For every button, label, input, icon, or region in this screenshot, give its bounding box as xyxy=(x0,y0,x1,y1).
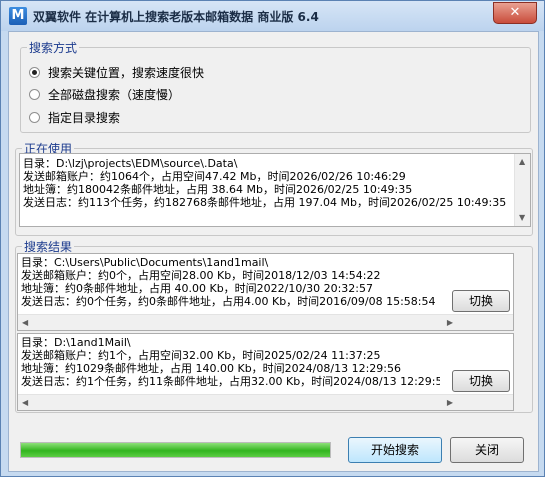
in-use-line: 地址簿：约180042条邮件地址，占用 38.64 Mb，时间2026/02/2… xyxy=(23,183,413,196)
in-use-line: 发送邮箱账户：约1064个，占用空间47.42 Mb，时间2026/02/26 … xyxy=(23,170,406,183)
scroll-right-arrow-icon[interactable]: ▶ xyxy=(447,398,453,407)
in-use-info-box[interactable]: 目录：D:\lzj\projects\EDM\source\.Data\ 发送邮… xyxy=(19,153,531,227)
scroll-up-arrow-icon[interactable]: ▲ xyxy=(519,158,525,166)
in-use-scrollbar[interactable]: ▲ ▼ xyxy=(514,154,530,226)
radio-key-locations-circle[interactable] xyxy=(29,66,40,78)
title-bar[interactable]: M 双翼软件 在计算机上搜索老版本邮箱数据 商业版 6.4 ✕ xyxy=(1,1,544,31)
close-button[interactable]: 关闭 xyxy=(450,437,524,463)
search-progress-bar xyxy=(20,442,331,458)
result-item[interactable]: 目录：C:\Users\Public\Documents\1and1mail\ … xyxy=(17,253,514,331)
result-line: 发送邮箱账户：约0个，占用空间28.00 Kb，时间2018/12/03 14:… xyxy=(21,269,381,282)
radio-specified-dir[interactable]: 指定目录搜索 xyxy=(29,108,120,126)
result-line: 发送日志：约1个任务，约11条邮件地址，占用32.00 Kb，时间2024/08… xyxy=(21,375,450,388)
client-area: 搜索方式 搜索关键位置，搜索速度很快 全部磁盘搜索（速度慢） 指定目录搜索 正在… xyxy=(8,31,539,472)
result-horizontal-scrollbar[interactable]: ◀ ▶ xyxy=(18,314,513,330)
radio-full-disk-label: 全部磁盘搜索（速度慢） xyxy=(48,87,181,102)
scroll-down-arrow-icon[interactable]: ▼ xyxy=(519,214,525,222)
radio-full-disk[interactable]: 全部磁盘搜索（速度慢） xyxy=(29,85,180,103)
radio-full-disk-circle[interactable] xyxy=(29,88,40,100)
result-item[interactable]: 目录：D:\1and1Mail\ 发送邮箱账户：约1个，占用空间32.00 Kb… xyxy=(17,333,514,411)
in-use-line: 发送日志：约113个任务，约182768条邮件地址，占用 197.04 Mb，时… xyxy=(23,196,507,209)
radio-key-locations-label: 搜索关键位置，搜索速度很快 xyxy=(48,65,205,80)
radio-specified-dir-circle[interactable] xyxy=(29,111,40,123)
app-logo-icon: M xyxy=(9,7,27,25)
search-mode-legend: 搜索方式 xyxy=(29,41,78,55)
search-progress-fill xyxy=(21,443,330,457)
result-line: 目录：C:\Users\Public\Documents\1and1mail\ xyxy=(21,256,269,269)
window-title: 双翼软件 在计算机上搜索老版本邮箱数据 商业版 6.4 xyxy=(33,10,319,24)
switch-button[interactable]: 切换 xyxy=(452,370,510,392)
in-use-line: 目录：D:\lzj\projects\EDM\source\.Data\ xyxy=(23,157,238,170)
result-line: 目录：D:\1and1Mail\ xyxy=(21,336,131,349)
result-horizontal-scrollbar[interactable]: ◀ ▶ xyxy=(18,394,513,410)
switch-area: 切换 xyxy=(440,254,513,316)
app-window: M 双翼软件 在计算机上搜索老版本邮箱数据 商业版 6.4 ✕ 搜索方式 搜索关… xyxy=(0,0,545,477)
radio-key-locations[interactable]: 搜索关键位置，搜索速度很快 xyxy=(29,63,204,81)
scroll-left-arrow-icon[interactable]: ◀ xyxy=(22,318,28,327)
start-search-button[interactable]: 开始搜索 xyxy=(348,437,442,463)
switch-button[interactable]: 切换 xyxy=(452,290,510,312)
scroll-right-arrow-icon[interactable]: ▶ xyxy=(447,318,453,327)
switch-area: 切换 xyxy=(440,334,513,396)
scroll-left-arrow-icon[interactable]: ◀ xyxy=(22,398,28,407)
window-close-button[interactable]: ✕ xyxy=(493,2,537,24)
result-line: 地址簿：约0条邮件地址，占用 40.00 Kb，时间2022/10/30 20:… xyxy=(21,282,373,295)
result-line: 发送日志：约0个任务，约0条邮件地址，占用4.00 Kb，时间2016/09/0… xyxy=(21,295,436,308)
radio-specified-dir-label: 指定目录搜索 xyxy=(48,110,121,125)
result-line: 地址簿：约1029条邮件地址，占用 140.00 Kb，时间2024/08/13… xyxy=(21,362,401,375)
result-line: 发送邮箱账户：约1个，占用空间32.00 Kb，时间2025/02/24 11:… xyxy=(21,349,381,362)
